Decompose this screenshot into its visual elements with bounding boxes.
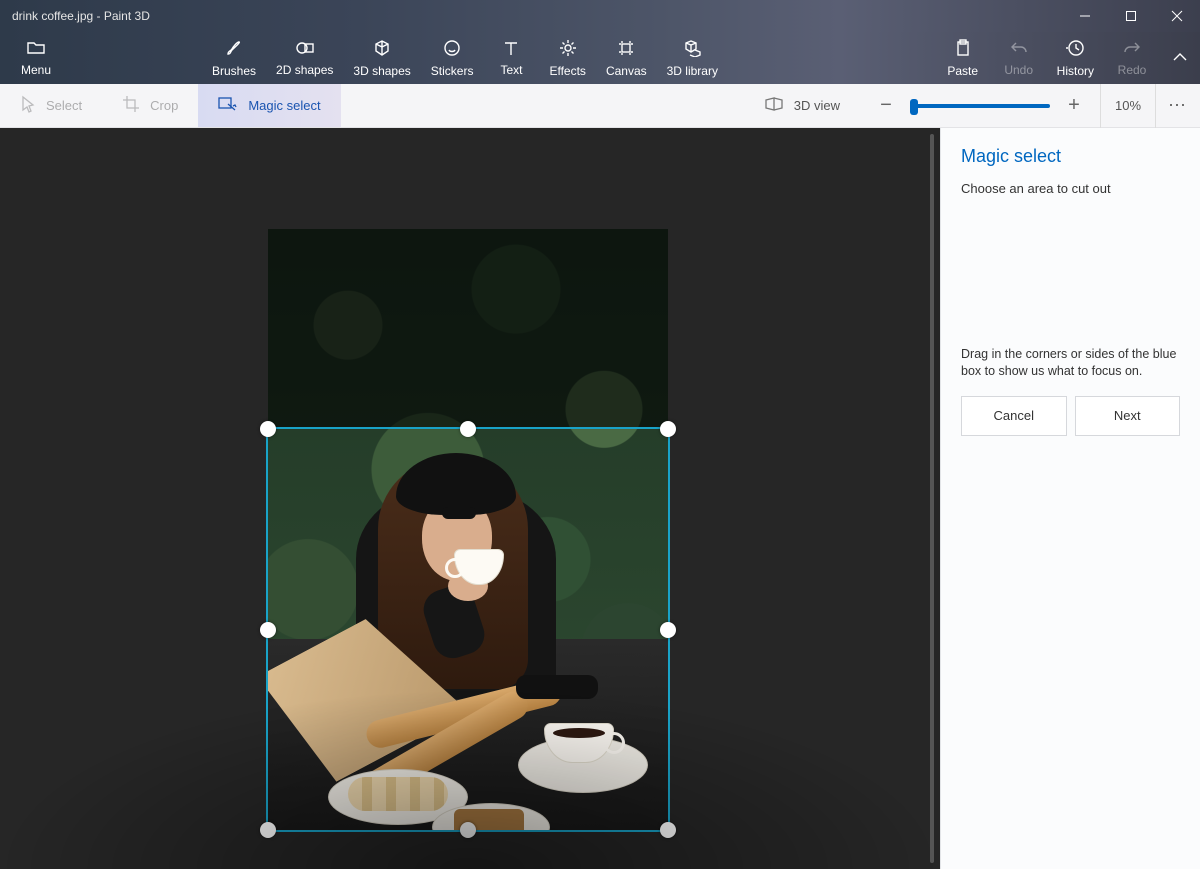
side-panel: Magic select Choose an area to cut out D… [940, 128, 1200, 869]
view-3d-icon [764, 96, 784, 115]
maximize-button[interactable] [1108, 0, 1154, 32]
tool-label: Magic select [248, 98, 320, 113]
title-bar: drink coffee.jpg - Paint 3D [0, 0, 1200, 32]
tool-crop[interactable]: Crop [102, 84, 198, 127]
ribbon-brushes[interactable]: Brushes [202, 32, 266, 84]
panel-hint-bottom: Drag in the corners or sides of the blue… [961, 346, 1180, 380]
secondary-toolbar: Select Crop Magic select 3D view − + 10%… [0, 84, 1200, 128]
zoom-percent[interactable]: 10% [1100, 84, 1156, 128]
zoom-out-button[interactable]: − [874, 94, 898, 118]
ribbon-label: Paste [947, 64, 978, 78]
effects-icon [559, 39, 577, 60]
tool-label: Select [46, 98, 82, 113]
ribbon-label: 3D shapes [353, 64, 410, 78]
cancel-button[interactable]: Cancel [961, 396, 1067, 436]
ribbon-label: Undo [1004, 63, 1033, 77]
ribbon-label: Brushes [212, 64, 256, 78]
stickers-icon [443, 39, 461, 60]
canvas-scrollbar[interactable] [930, 134, 934, 863]
canvas-area[interactable] [0, 128, 940, 869]
menu-label: Menu [21, 63, 51, 77]
shapes-2d-icon [295, 40, 315, 59]
ribbon-expand-button[interactable] [1160, 32, 1200, 84]
selection-handle-middle-left[interactable] [260, 622, 276, 638]
tool-3d-view[interactable]: 3D view [744, 84, 860, 127]
selection-handle-top-right[interactable] [660, 421, 676, 437]
ribbon-canvas[interactable]: Canvas [596, 32, 657, 84]
selection-handle-bottom-right[interactable] [660, 822, 676, 838]
library-3d-icon [682, 39, 702, 60]
zoom-controls: − + [860, 84, 1100, 127]
ribbon-label: Stickers [431, 64, 474, 78]
ribbon-history[interactable]: History [1047, 32, 1104, 84]
tool-select[interactable]: Select [0, 84, 102, 127]
ribbon: Menu Brushes 2D shapes 3D shapes Sticker… [0, 32, 1200, 84]
zoom-slider[interactable] [910, 104, 1050, 108]
menu-button[interactable]: Menu [0, 32, 72, 84]
ribbon-label: 3D library [667, 64, 718, 78]
zoom-slider-thumb[interactable] [910, 99, 918, 115]
ribbon-label: Text [500, 63, 522, 77]
ribbon-label: Redo [1118, 63, 1147, 77]
canvas-icon [617, 39, 635, 60]
history-icon [1066, 39, 1084, 60]
ribbon-text[interactable]: Text [483, 32, 539, 84]
minimize-button[interactable] [1062, 0, 1108, 32]
window-title: drink coffee.jpg - Paint 3D [12, 9, 150, 23]
image-stage[interactable] [268, 229, 668, 830]
ribbon-effects[interactable]: Effects [539, 32, 595, 84]
selection-handle-bottom-middle[interactable] [460, 822, 476, 838]
crop-icon [122, 95, 140, 116]
panel-hint-top: Choose an area to cut out [961, 181, 1180, 196]
selection-handle-top-middle[interactable] [460, 421, 476, 437]
close-button[interactable] [1154, 0, 1200, 32]
shapes-3d-icon [373, 39, 391, 60]
panel-title: Magic select [961, 146, 1180, 167]
selection-handle-middle-right[interactable] [660, 622, 676, 638]
ribbon-label: Canvas [606, 64, 647, 78]
ribbon-3d-shapes[interactable]: 3D shapes [343, 32, 420, 84]
redo-icon [1123, 40, 1141, 59]
ribbon-paste[interactable]: Paste [935, 32, 991, 84]
ribbon-stickers[interactable]: Stickers [421, 32, 484, 84]
cursor-icon [20, 95, 36, 116]
ribbon-label: 2D shapes [276, 63, 333, 77]
ribbon-undo[interactable]: Undo [991, 32, 1047, 84]
selection-handle-top-left[interactable] [260, 421, 276, 437]
undo-icon [1010, 40, 1028, 59]
selection-handle-bottom-left[interactable] [260, 822, 276, 838]
main-area: Magic select Choose an area to cut out D… [0, 128, 1200, 869]
paste-icon [955, 39, 971, 60]
next-button[interactable]: Next [1075, 396, 1181, 436]
tool-label: 3D view [794, 98, 840, 113]
ribbon-3d-library[interactable]: 3D library [657, 32, 728, 84]
magic-select-icon [218, 96, 238, 115]
chevron-up-icon [1172, 49, 1188, 67]
more-options-button[interactable]: ⋯ [1156, 84, 1200, 127]
zoom-in-button[interactable]: + [1062, 94, 1086, 118]
brush-icon [225, 39, 243, 60]
ribbon-label: Effects [549, 64, 585, 78]
tool-magic-select[interactable]: Magic select [198, 84, 340, 127]
ribbon-label: History [1057, 64, 1094, 78]
ribbon-redo[interactable]: Redo [1104, 32, 1160, 84]
selection-box[interactable] [266, 427, 670, 832]
tool-label: Crop [150, 98, 178, 113]
ribbon-2d-shapes[interactable]: 2D shapes [266, 32, 343, 84]
folder-icon [26, 40, 46, 59]
text-icon [503, 40, 519, 59]
